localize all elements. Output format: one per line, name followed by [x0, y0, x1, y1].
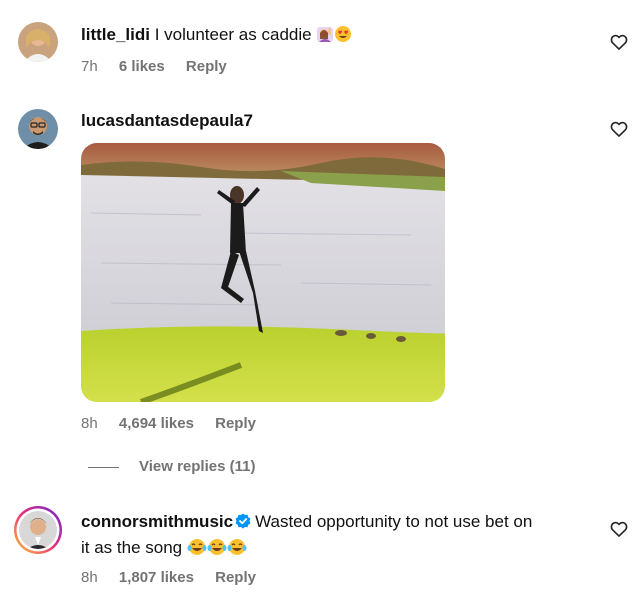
- heart-icon[interactable]: [609, 32, 629, 52]
- divider: [88, 467, 119, 468]
- username[interactable]: connorsmithmusic: [81, 512, 233, 531]
- comment-text-line-2: it as the song: [81, 536, 247, 563]
- comment-little-lidi: little_lidi I volunteer as caddie 7h 6 l…: [0, 0, 634, 90]
- view-replies-label[interactable]: View replies (11): [139, 458, 255, 475]
- view-replies-button[interactable]: View replies (11): [88, 456, 288, 480]
- timestamp: 8h: [81, 569, 98, 586]
- heart-icon[interactable]: [609, 119, 629, 139]
- likes-count[interactable]: 1,807 likes: [119, 569, 194, 586]
- avatar[interactable]: [13, 505, 63, 555]
- comment-text-line: little_lidi I volunteer as caddie: [81, 23, 352, 50]
- tears-of-joy-emoji: [187, 538, 207, 563]
- heart-icon[interactable]: [609, 519, 629, 539]
- comment-meta: 8h 4,694 likes Reply: [81, 415, 273, 432]
- timestamp: 7h: [81, 58, 98, 75]
- gif-attachment[interactable]: [81, 143, 445, 402]
- reply-button[interactable]: Reply: [215, 415, 256, 432]
- comment-text-line: connorsmithmusic Wasted opportunity to no…: [81, 510, 532, 536]
- tears-of-joy-emoji: [207, 538, 227, 563]
- username[interactable]: little_lidi: [81, 25, 150, 44]
- verified-badge-icon: [235, 512, 251, 536]
- likes-count[interactable]: 4,694 likes: [119, 415, 194, 432]
- comment-text: Wasted opportunity to not use bet on: [255, 512, 533, 531]
- comment-text: I volunteer as caddie: [154, 25, 312, 44]
- avatar[interactable]: [18, 109, 58, 149]
- comment-text-line: lucasdantasdepaula7: [81, 109, 253, 133]
- timestamp: 8h: [81, 415, 98, 432]
- heart-eyes-emoji: [334, 25, 352, 50]
- woman-raising-hand-emoji: [316, 25, 334, 50]
- comment-connorsmithmusic: connorsmithmusic Wasted opportunity to no…: [0, 490, 634, 601]
- comment-meta: 7h 6 likes Reply: [81, 58, 244, 75]
- likes-count[interactable]: 6 likes: [119, 58, 165, 75]
- reply-button[interactable]: Reply: [215, 569, 256, 586]
- comment-meta: 8h 1,807 likes Reply: [81, 569, 273, 586]
- reply-button[interactable]: Reply: [186, 58, 227, 75]
- comment-text: it as the song: [81, 538, 183, 557]
- username[interactable]: lucasdantasdepaula7: [81, 111, 253, 130]
- avatar[interactable]: [18, 22, 58, 62]
- tears-of-joy-emoji: [227, 538, 247, 563]
